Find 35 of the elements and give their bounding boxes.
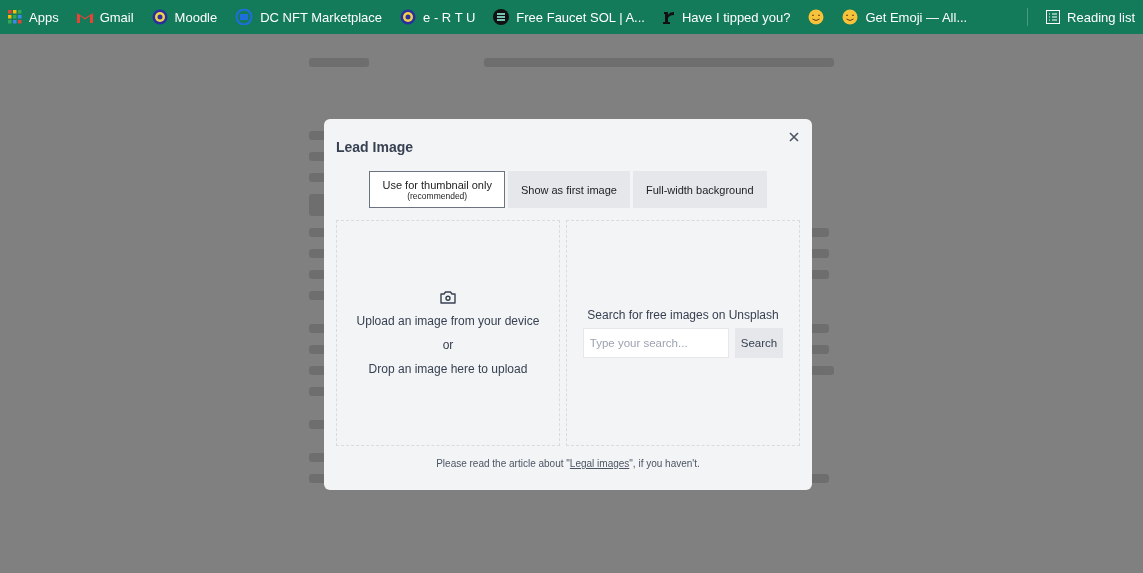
bookmark[interactable]: Get Emoji — All... xyxy=(842,9,968,25)
unsplash-heading: Search for free images on Unsplash xyxy=(587,308,779,322)
smiley-icon xyxy=(808,9,825,25)
reading-list-button[interactable]: Reading list xyxy=(1046,9,1135,25)
camera-icon xyxy=(440,290,456,304)
bookmark[interactable]: Gmail xyxy=(76,9,134,25)
bookmark[interactable]: Moodle xyxy=(151,9,218,25)
seal-icon xyxy=(400,9,417,25)
list-icon xyxy=(1046,10,1061,24)
search-field[interactable]: Type your search... xyxy=(582,328,729,358)
legal-note: Please read the article about "Legal images", if you haven't. xyxy=(435,458,701,469)
bookmark[interactable]: Have I tipped you? xyxy=(662,9,791,25)
or-text: or xyxy=(442,338,454,352)
option-tab[interactable]: Use for thumbnail only (recommended) xyxy=(369,171,505,208)
option-tab[interactable]: Show as first image xyxy=(507,171,630,208)
close-button[interactable] xyxy=(788,131,800,143)
bookmark[interactable]: Free Faucet SOL | A... xyxy=(493,9,645,25)
drop-text: Drop an image here to upload xyxy=(368,362,528,376)
bookmark[interactable] xyxy=(808,9,825,25)
dc-logo-icon xyxy=(235,9,254,25)
upload-text: Upload an image from your device xyxy=(356,314,540,328)
dialog-title: Lead Image xyxy=(336,139,414,155)
bookmark[interactable]: e - R T U xyxy=(400,9,476,25)
serif-letter-icon xyxy=(662,9,675,25)
smiley-icon xyxy=(842,9,859,25)
mail-icon xyxy=(76,11,93,23)
legal-images-link[interactable]: Legal images xyxy=(569,458,630,469)
apps-grid-icon xyxy=(8,10,22,24)
search-button[interactable]: Search xyxy=(734,328,784,358)
bookmark[interactable]: Apps xyxy=(8,9,59,25)
upload-drop-zone[interactable]: Upload an image from your device or Drop an image here to upload xyxy=(336,220,560,446)
seal-icon xyxy=(151,9,168,25)
solana-icon xyxy=(493,9,510,25)
option-tab[interactable]: Full-width background xyxy=(632,171,767,208)
bookmark[interactable]: DC NFT Marketplace xyxy=(235,9,383,25)
